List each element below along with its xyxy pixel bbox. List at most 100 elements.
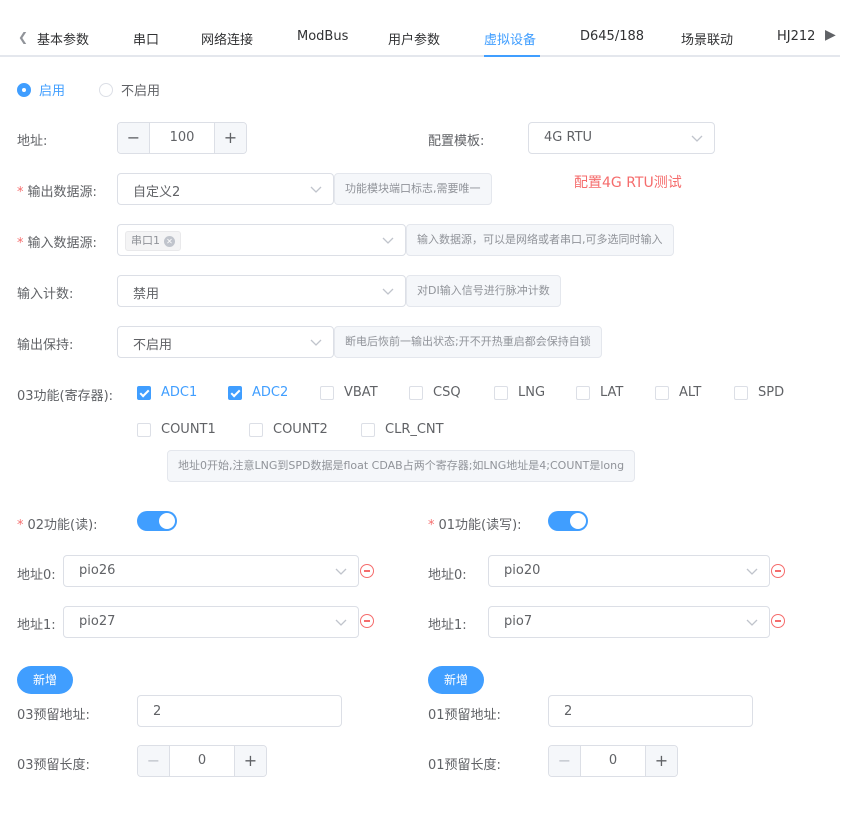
- checkbox-adc2[interactable]: ADC2: [228, 385, 288, 400]
- output-source-label-text: 输出数据源:: [27, 185, 97, 200]
- decrement-button[interactable]: −: [118, 123, 150, 153]
- chevron-down-icon: [335, 568, 347, 575]
- func03-label: 03功能(寄存器):: [17, 389, 114, 404]
- radio-circle: [17, 82, 31, 97]
- tab-bar: ❮ 基本参数 串口 网络连接 ModBus 用户参数 虚拟设备 D645/188…: [0, 20, 840, 57]
- chevron-left-icon[interactable]: ❮: [18, 30, 28, 44]
- checkbox-count1[interactable]: COUNT1: [137, 422, 216, 437]
- checkbox-box: [249, 422, 263, 437]
- checkbox-label: LNG: [518, 385, 546, 400]
- increment-button[interactable]: +: [214, 123, 246, 153]
- checkbox-box: [137, 385, 151, 400]
- checkbox-lat[interactable]: LAT: [576, 385, 623, 400]
- func02-addr0-select[interactable]: pio26: [63, 555, 359, 587]
- func02-add-button[interactable]: 新增: [17, 666, 73, 694]
- decrement-button[interactable]: −: [138, 746, 170, 776]
- output-hold-hint: 断电后恢前一输出状态;开不开热重启都会保持自锁: [334, 326, 602, 358]
- output-hold-value: 不启用: [133, 338, 173, 353]
- checkbox-box: [494, 385, 508, 400]
- tab-virtual-device[interactable]: 虚拟设备: [484, 29, 536, 48]
- address-value[interactable]: 100: [150, 130, 214, 145]
- reserve03-addr-input[interactable]: [137, 695, 342, 727]
- func01-toggle[interactable]: [548, 511, 588, 531]
- tag-close-icon[interactable]: ✕: [164, 235, 175, 247]
- increment-button[interactable]: +: [645, 746, 677, 776]
- output-source-label: * 输出数据源:: [17, 185, 97, 200]
- tab-hj212[interactable]: HJ212: [777, 29, 815, 44]
- chevron-down-icon: [746, 619, 758, 626]
- func02-label-text: 02功能(读):: [27, 518, 98, 533]
- reserve01-len-value[interactable]: 0: [581, 753, 645, 768]
- checkbox-spd[interactable]: SPD: [734, 385, 784, 400]
- chevron-down-icon: [746, 568, 758, 575]
- remove-icon[interactable]: [771, 564, 785, 578]
- tab-user-params[interactable]: 用户参数: [388, 29, 440, 48]
- checkbox-count2[interactable]: COUNT2: [249, 422, 328, 437]
- func02-addr1-value: pio27: [79, 614, 116, 629]
- reserve03-addr-field[interactable]: [138, 696, 341, 726]
- reserve01-addr-input[interactable]: [548, 695, 753, 727]
- chevron-down-icon: [310, 186, 322, 193]
- checkbox-lng[interactable]: LNG: [494, 385, 545, 400]
- input-count-select[interactable]: 禁用: [117, 275, 406, 307]
- checkbox-box: [361, 422, 375, 437]
- func01-label-text: 01功能(读写):: [438, 518, 522, 533]
- checkbox-box: [320, 385, 334, 400]
- checkbox-box: [409, 385, 423, 400]
- checkbox-csq[interactable]: CSQ: [409, 385, 461, 400]
- func01-addr0-value: pio20: [504, 563, 541, 578]
- tab-network[interactable]: 网络连接: [201, 29, 253, 48]
- output-hold-select[interactable]: 不启用: [117, 326, 334, 358]
- checkbox-box: [576, 385, 590, 400]
- template-value: 4G RTU: [544, 130, 593, 145]
- remove-icon[interactable]: [360, 564, 374, 578]
- remove-icon[interactable]: [360, 614, 374, 628]
- chevron-right-icon[interactable]: ▶: [825, 27, 836, 43]
- chevron-down-icon: [335, 619, 347, 626]
- func01-addr0-label: 地址0:: [428, 568, 467, 583]
- output-source-hint: 功能模块端口标志,需要唯一: [334, 173, 492, 205]
- output-source-select[interactable]: 自定义2: [117, 173, 334, 205]
- radio-circle: [99, 82, 113, 97]
- tab-modbus[interactable]: ModBus: [297, 29, 348, 44]
- address-stepper: − 100 +: [117, 122, 247, 154]
- decrement-button[interactable]: −: [549, 746, 581, 776]
- func01-addr0-select[interactable]: pio20: [488, 555, 770, 587]
- tab-basic-params[interactable]: 基本参数: [37, 29, 89, 48]
- active-tab-indicator: [484, 55, 540, 57]
- checkbox-label: ADC2: [252, 385, 289, 400]
- input-count-hint: 对DI输入信号进行脉冲计数: [406, 275, 561, 307]
- checkbox-clr-cnt[interactable]: CLR_CNT: [361, 422, 444, 437]
- func01-addr1-select[interactable]: pio7: [488, 606, 770, 638]
- func02-toggle[interactable]: [137, 511, 177, 531]
- reserve01-addr-field[interactable]: [549, 696, 752, 726]
- input-source-select[interactable]: 串口1 ✕: [117, 224, 406, 256]
- checkbox-alt[interactable]: ALT: [655, 385, 701, 400]
- func02-addr1-select[interactable]: pio27: [63, 606, 359, 638]
- checkbox-label: ALT: [679, 385, 702, 400]
- radio-disable-label: 不启用: [121, 84, 161, 99]
- chevron-down-icon: [382, 288, 394, 295]
- func02-label: * 02功能(读):: [17, 518, 98, 533]
- func02-addr0-value: pio26: [79, 563, 116, 578]
- increment-button[interactable]: +: [234, 746, 266, 776]
- radio-disable[interactable]: 不启用: [99, 80, 160, 99]
- input-count-value: 禁用: [133, 287, 160, 302]
- chevron-down-icon: [382, 237, 394, 244]
- template-note: 配置4G RTU测试: [574, 175, 682, 191]
- chevron-down-icon: [310, 339, 322, 346]
- tab-serial[interactable]: 串口: [133, 29, 159, 48]
- tab-d645[interactable]: D645/188: [580, 29, 644, 44]
- template-select[interactable]: 4G RTU: [528, 122, 715, 154]
- radio-enable[interactable]: 启用: [17, 80, 65, 99]
- checkbox-vbat[interactable]: VBAT: [320, 385, 378, 400]
- reserve03-len-value[interactable]: 0: [170, 753, 234, 768]
- checkbox-label: COUNT2: [273, 422, 328, 437]
- input-source-label: * 输入数据源:: [17, 236, 97, 251]
- checkbox-label: CSQ: [433, 385, 461, 400]
- checkbox-adc1[interactable]: ADC1: [137, 385, 197, 400]
- tab-scene-linkage[interactable]: 场景联动: [681, 29, 733, 48]
- remove-icon[interactable]: [771, 614, 785, 628]
- func01-add-button[interactable]: 新增: [428, 666, 484, 694]
- checkbox-label: ADC1: [161, 385, 198, 400]
